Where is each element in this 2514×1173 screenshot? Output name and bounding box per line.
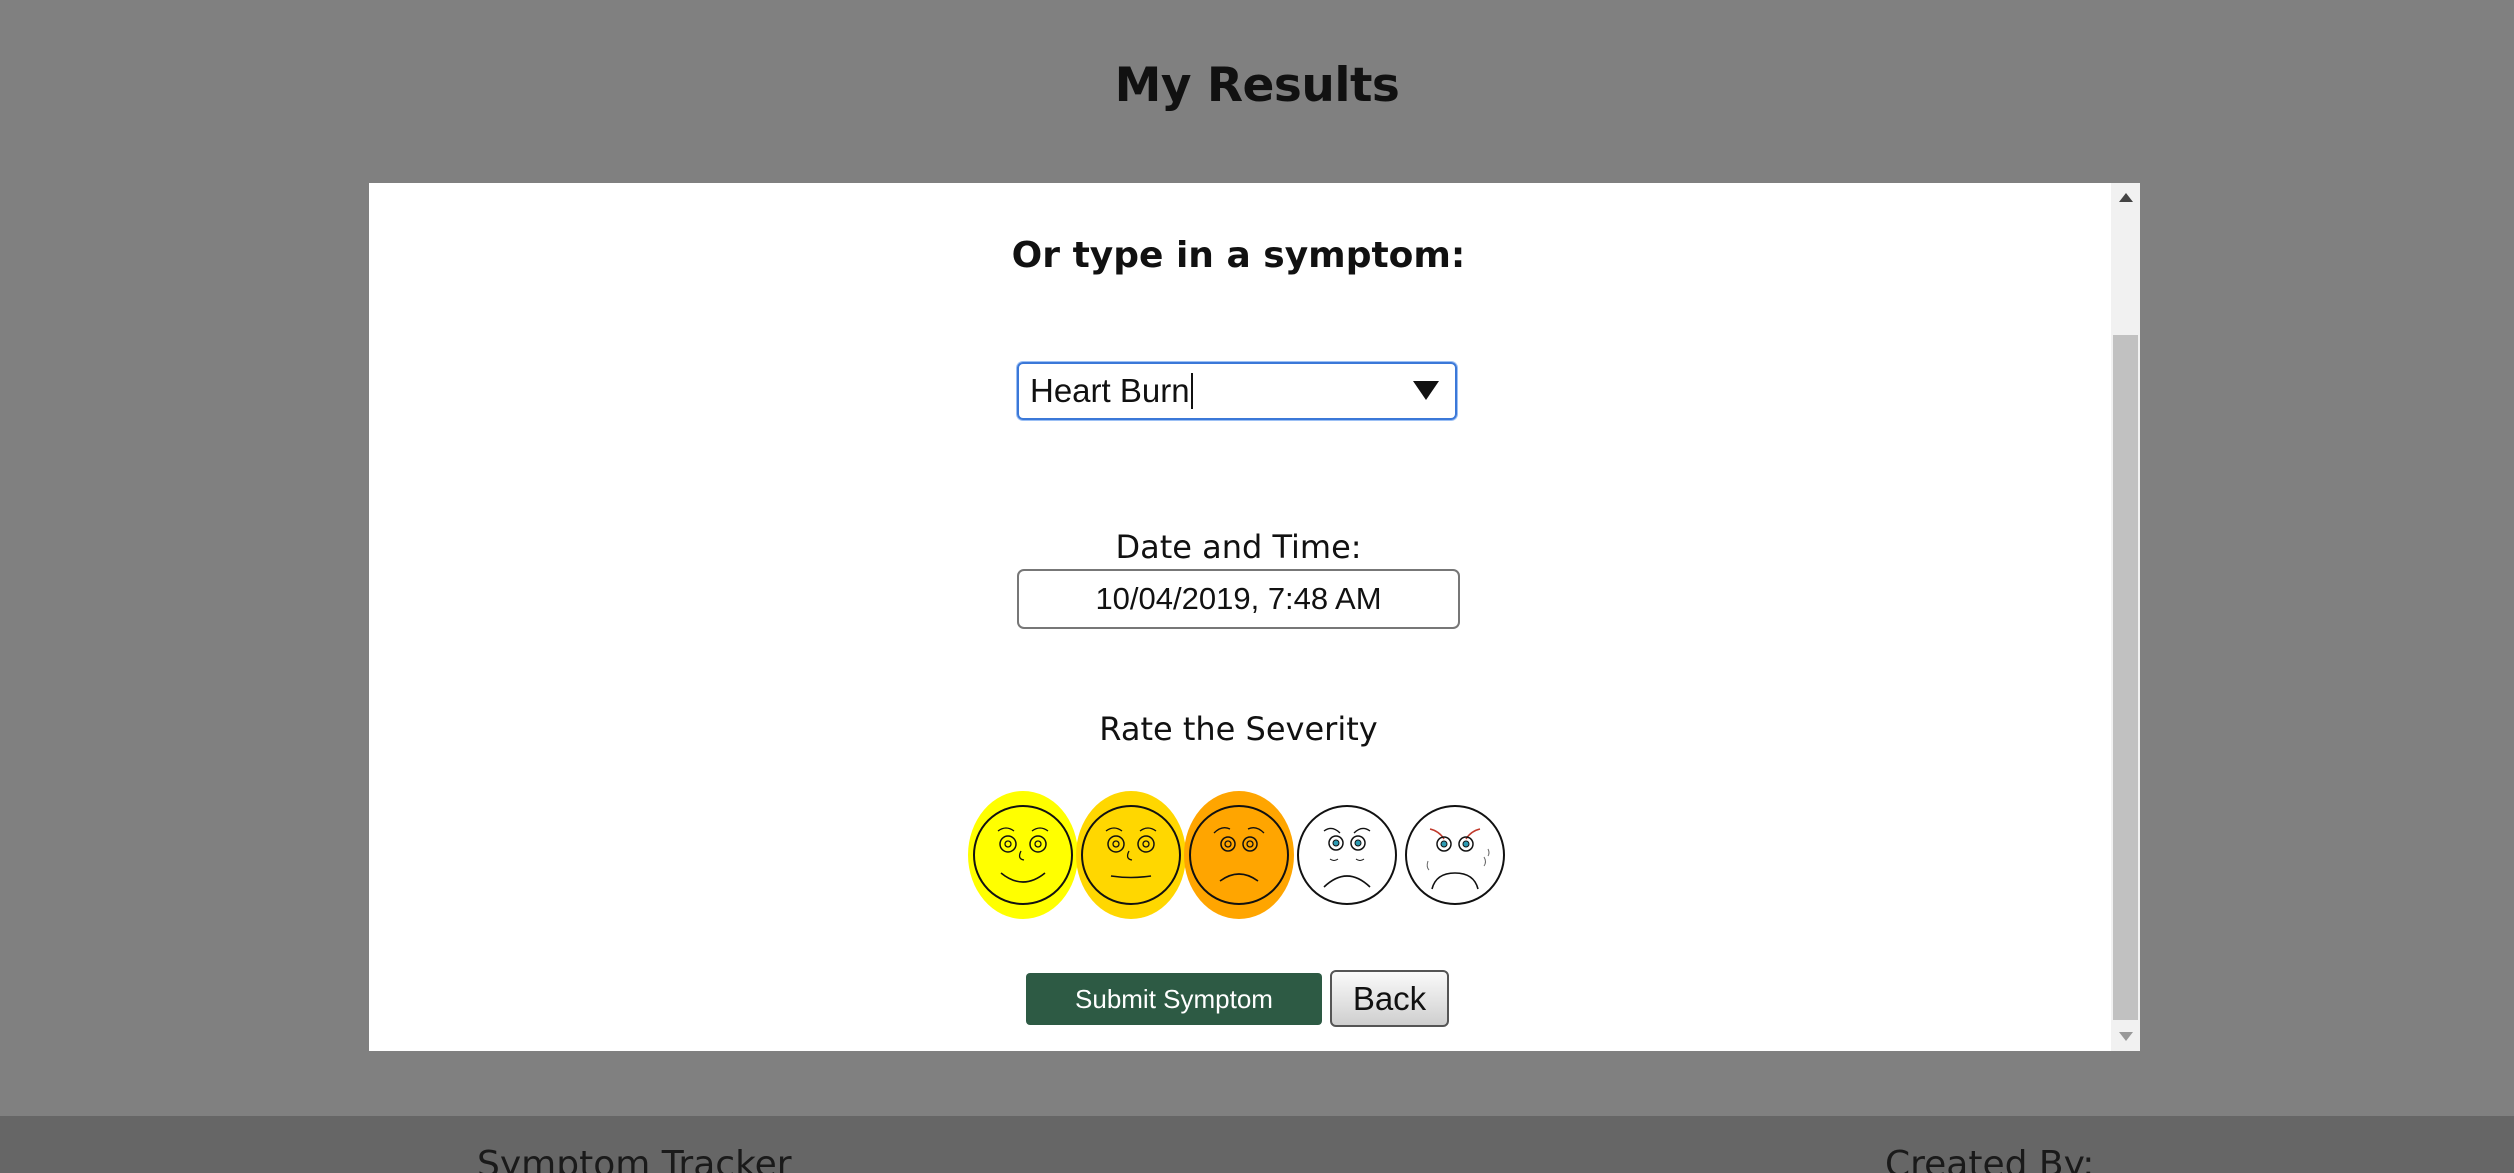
page-title: My Results — [1114, 58, 1400, 113]
scroll-up-arrow-icon[interactable] — [2119, 193, 2133, 202]
submit-symptom-button[interactable]: Submit Symptom — [1026, 973, 1322, 1025]
dropdown-arrow-icon[interactable] — [1413, 381, 1439, 400]
scroll-down-arrow-icon[interactable] — [2119, 1032, 2133, 1041]
severity-label: Rate the Severity — [1099, 710, 1378, 748]
symptom-select[interactable]: Heart Burn — [1017, 362, 1457, 420]
footer: Symptom Tracker Created By: — [0, 1116, 2514, 1173]
scrollbar-thumb[interactable] — [2113, 335, 2138, 1020]
date-label: Date and Time: — [1115, 528, 1362, 566]
text-cursor — [1190, 373, 1193, 409]
footer-credits: Created By: — [1885, 1144, 2095, 1173]
footer-app-name: Symptom Tracker — [477, 1144, 792, 1173]
severity-5-face[interactable] — [1400, 791, 1510, 919]
back-button[interactable]: Back — [1330, 970, 1449, 1027]
modal-scrollbar[interactable] — [2111, 183, 2140, 1051]
date-time-field[interactable]: 10/04/2019, 7:48 AM — [1017, 569, 1460, 629]
severity-4-face[interactable] — [1292, 791, 1402, 919]
symptom-select-value: Heart Burn — [1030, 372, 1190, 409]
severity-3-face[interactable] — [1184, 791, 1294, 919]
severity-2-face[interactable] — [1076, 791, 1186, 919]
severity-1-face[interactable] — [968, 791, 1078, 919]
modal-content: Or type in a symptom: Heart Burn Date an… — [369, 183, 2108, 1051]
symptom-modal: Or type in a symptom: Heart Burn Date an… — [369, 183, 2140, 1051]
symptom-heading: Or type in a symptom: — [1011, 235, 1466, 276]
